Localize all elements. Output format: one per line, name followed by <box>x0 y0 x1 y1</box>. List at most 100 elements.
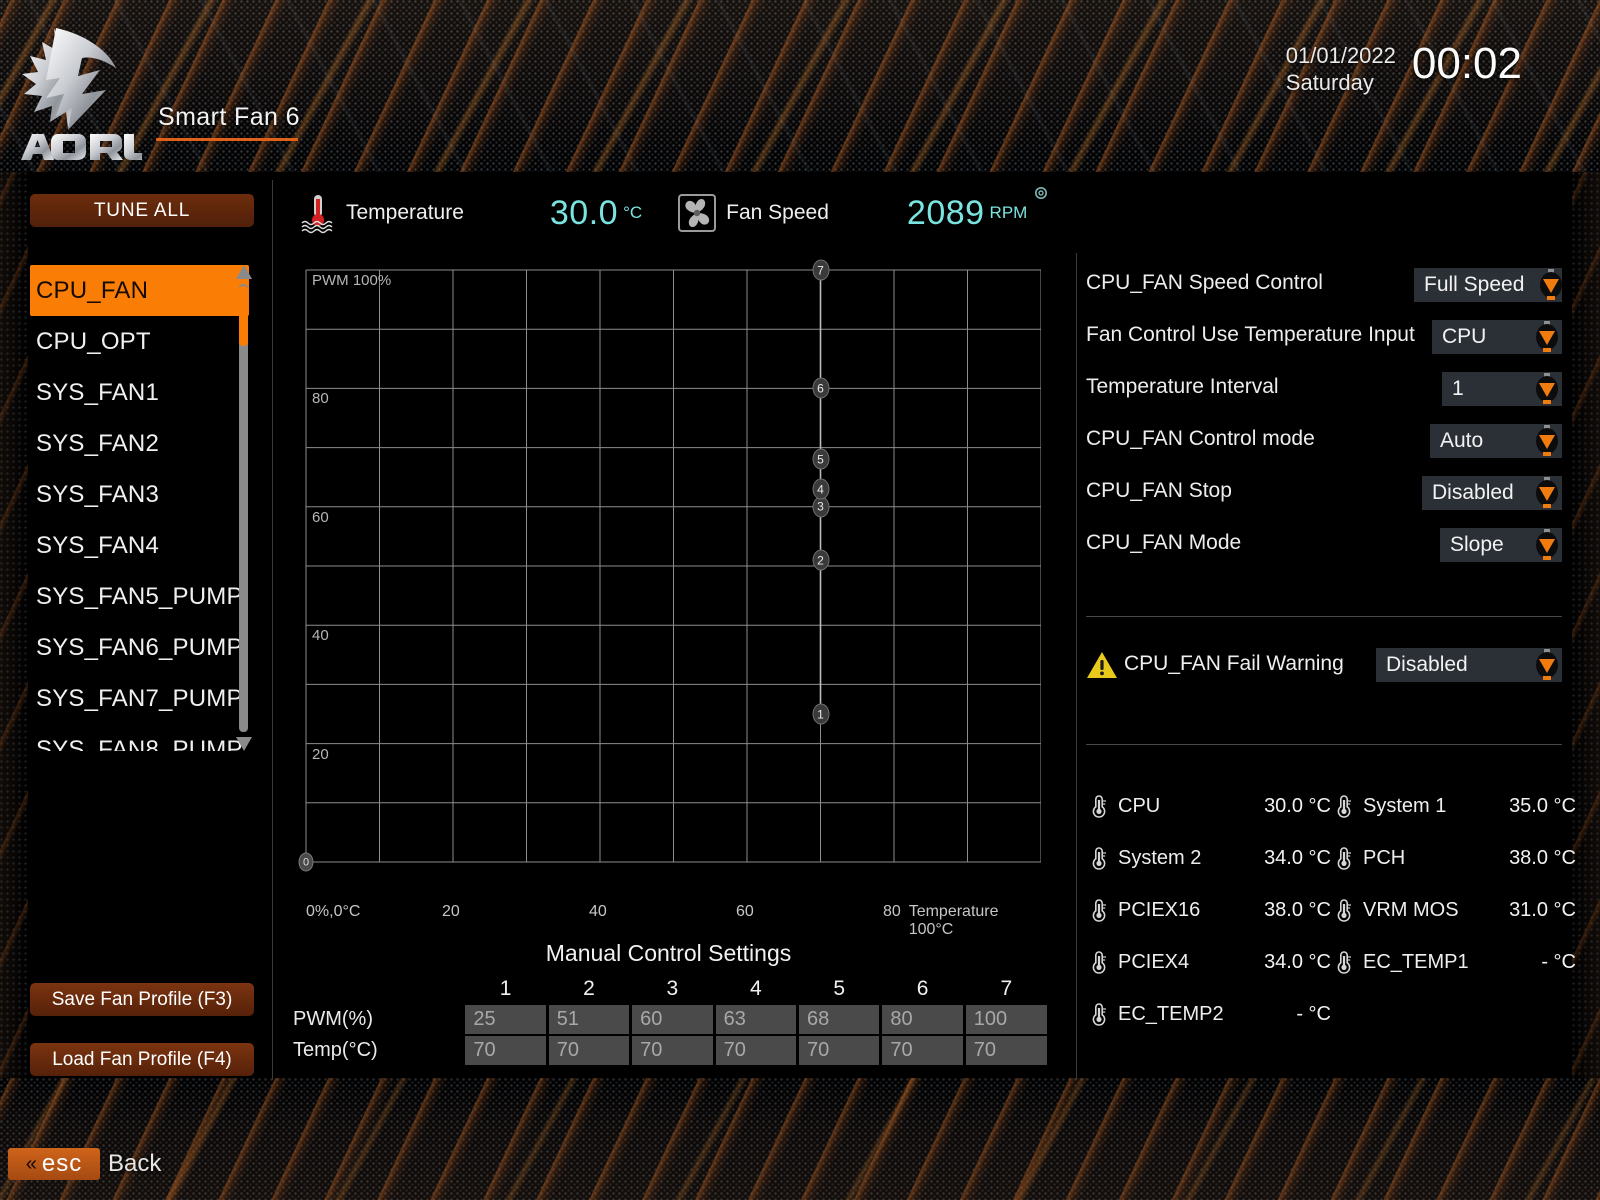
page-title-underline <box>156 138 298 141</box>
dropdown-fan-control-use-temperature-input[interactable]: CPU <box>1432 320 1562 354</box>
x-axis-tick: 20 <box>442 903 460 920</box>
cell-r1-c2[interactable]: 51 <box>548 1005 630 1034</box>
cell-r2-c4[interactable]: 70 <box>715 1036 796 1065</box>
temperature-label: Temperature <box>346 201 464 224</box>
fan-list[interactable]: CPU_FAN CPU_OPT SYS_FAN1 SYS_FAN2 SYS_FA… <box>30 265 254 751</box>
sidebar-item-sys-fan6-pump[interactable]: SYS_FAN6_PUMP <box>30 622 254 673</box>
tune-all-label: TUNE ALL <box>93 199 191 221</box>
manual-control-title: Manual Control Settings <box>545 940 792 966</box>
row-label: Temp(°C) <box>293 1039 378 1061</box>
dropdown-cpu-fan-stop[interactable]: Disabled <box>1422 476 1562 510</box>
right-divider <box>1076 253 1077 1080</box>
sidebar-item-sys-fan8-pump[interactable]: SYS_FAN8_PUMP <box>30 724 254 752</box>
thermometer-small-icon <box>1092 795 1106 818</box>
cell-r2-c1[interactable]: 70 <box>465 1036 546 1065</box>
dropdown-cpu-fan-control-mode[interactable]: Auto <box>1430 424 1562 458</box>
fan-item-label: SYS_FAN1 <box>36 378 159 406</box>
temperature-row: System 2 34.0 °C PCH 38.0 °C <box>1086 832 1586 884</box>
setting-row-temperature-interval: Temperature Interval 1 <box>1086 372 1562 406</box>
sidebar-item-sys-fan5-pump[interactable]: SYS_FAN5_PUMP <box>30 571 254 622</box>
time-value: 00:02 <box>1411 39 1522 88</box>
chevron-down-icon[interactable] <box>1532 476 1562 510</box>
sidebar-item-sys-fan4[interactable]: SYS_FAN4 <box>30 520 254 571</box>
fan-curve-graph[interactable]: PWM 100% 80 60 40 20 0%,0°C 20 40 60 80 Temperatur… <box>296 259 1041 938</box>
fan-list-scrollbar[interactable] <box>234 264 254 752</box>
chevron-down-icon[interactable] <box>1532 648 1562 682</box>
scroll-down-arrow-icon[interactable] <box>235 736 253 752</box>
page-title-block: Smart Fan 6 <box>152 103 306 141</box>
manual-control-table[interactable]: 1 2 3 4 5 6 7 PWM(%) 25 51 60 63 68 80 100 Temp(°C) 70… <box>290 975 1050 1067</box>
cell-r1-c3[interactable]: 60 <box>632 1005 713 1034</box>
x-axis-tick: 80 <box>883 903 901 920</box>
sidebar-item-cpu-fan[interactable]: CPU_FAN <box>30 265 249 316</box>
cell-r1-c7[interactable]: 100 <box>965 1005 1047 1034</box>
cell-r1-c4[interactable]: 63 <box>715 1005 796 1034</box>
footer-background-texture <box>0 1078 1600 1200</box>
fail-warning-dropdown[interactable]: Disabled <box>1376 648 1562 682</box>
cell-r2-c3[interactable]: 70 <box>632 1036 713 1065</box>
temperature-item-pch: PCH 38.0 °C <box>1331 845 1576 871</box>
column-header-2: 2 <box>583 977 595 1000</box>
temperature-value: - °C <box>1541 950 1576 973</box>
page-title: Smart Fan 6 <box>158 103 300 131</box>
dropdown-value-cpu-fan-speed-control: Full Speed <box>1424 273 1525 296</box>
thermometer-small-icon <box>1092 899 1106 922</box>
dropdown-temperature-interval[interactable]: 1 <box>1442 372 1562 406</box>
save-fan-profile-button[interactable]: Save Fan Profile (F3) <box>30 983 254 1016</box>
dropdown-value-temperature-interval: 1 <box>1452 377 1464 400</box>
cell-r2-c5[interactable]: 70 <box>798 1036 880 1065</box>
setting-row-cpu-fan-control-mode: CPU_FAN Control mode Auto <box>1086 424 1562 458</box>
setting-row-cpu-fan-speed-control: CPU_FAN Speed Control Full Speed <box>1086 268 1563 302</box>
temperature-value: 31.0 °C <box>1509 898 1576 921</box>
chevron-down-icon[interactable] <box>1532 320 1562 354</box>
date-value: 01/01/2022 <box>1285 43 1396 68</box>
scrollbar-thumb[interactable] <box>239 286 248 346</box>
sidebar-item-sys-fan7-pump[interactable]: SYS_FAN7_PUMP <box>30 673 254 724</box>
double-chevron-left-icon: « <box>25 1152 38 1175</box>
scroll-up-arrow-icon[interactable] <box>235 264 253 280</box>
temperature-row: PCIEX4 34.0 °C EC_TEMP1 - °C <box>1086 936 1586 988</box>
sidebar-item-cpu-opt[interactable]: CPU_OPT <box>30 316 254 367</box>
temperature-name: PCH <box>1363 846 1406 869</box>
temperature-value: 38.0 °C <box>1509 846 1576 869</box>
fan-item-label: CPU_OPT <box>36 327 151 355</box>
cell-r2-c7[interactable]: 70 <box>965 1036 1047 1065</box>
cell-r2-c6[interactable]: 70 <box>882 1036 963 1065</box>
temperature-value: 34.0 °C <box>1264 950 1331 973</box>
load-fan-profile-button[interactable]: Load Fan Profile (F4) <box>30 1043 254 1076</box>
fail-warning-value: Disabled <box>1386 653 1468 676</box>
dropdown-cpu-fan-speed-control[interactable]: Full Speed <box>1414 268 1563 302</box>
column-header-1: 1 <box>499 977 512 1000</box>
chevron-down-icon[interactable] <box>1532 528 1562 562</box>
chevron-down-icon[interactable] <box>1532 372 1562 406</box>
cell-r1-c5[interactable]: 68 <box>798 1005 880 1034</box>
scrollbar-track[interactable] <box>239 284 248 732</box>
live-readout-bar: Temperature 30.0 °C Fan Speed 2089 RPM <box>296 185 1049 241</box>
sidebar-item-sys-fan1[interactable]: SYS_FAN1 <box>30 367 254 418</box>
sidebar-item-sys-fan2[interactable]: SYS_FAN2 <box>30 418 254 469</box>
fan-item-label: SYS_FAN5_PUMP <box>36 582 243 610</box>
table-body: PWM(%) 25 51 60 63 68 80 100 Temp(°C) 70 70 70 70 70… <box>293 1005 1047 1065</box>
temperature-name: EC_TEMP1 <box>1363 950 1469 973</box>
thermometer-small-icon <box>1092 847 1106 870</box>
fail-warning-row: CPU_FAN Fail Warning Disabled <box>1086 648 1562 684</box>
cell-r1-c1[interactable]: 25 <box>465 1005 546 1034</box>
esc-button[interactable]: « esc <box>8 1148 100 1180</box>
tune-all-button[interactable]: TUNE ALL <box>30 194 254 227</box>
manual-control-grid: 1 2 3 4 5 6 7 PWM(%) 25 51 60 63 68 80 100 Temp(°C) 70… <box>290 975 1050 1067</box>
fan-item-label: SYS_FAN6_PUMP <box>36 633 243 661</box>
setting-label-cpu-fan-control-mode: CPU_FAN Control mode <box>1086 427 1315 450</box>
x-axis-origin-label: 0%,0°C <box>306 903 361 920</box>
chevron-down-icon[interactable] <box>1536 268 1566 302</box>
temperature-item-pciex16: PCIEX16 38.0 °C <box>1086 897 1331 923</box>
dropdown-cpu-fan-mode[interactable]: Slope <box>1440 528 1562 562</box>
fan-speed-unit: RPM <box>989 203 1028 222</box>
temperature-item-system-1: System 1 35.0 °C <box>1331 793 1576 819</box>
temperature-item-pciex4: PCIEX4 34.0 °C <box>1086 949 1331 975</box>
sidebar-item-sys-fan3[interactable]: SYS_FAN3 <box>30 469 254 520</box>
column-header-5: 5 <box>833 977 846 1000</box>
cell-r2-c2[interactable]: 70 <box>548 1036 630 1065</box>
cell-r1-c6[interactable]: 80 <box>882 1005 963 1034</box>
temperature-value: 34.0 °C <box>1264 846 1331 869</box>
chevron-down-icon[interactable] <box>1532 424 1562 458</box>
